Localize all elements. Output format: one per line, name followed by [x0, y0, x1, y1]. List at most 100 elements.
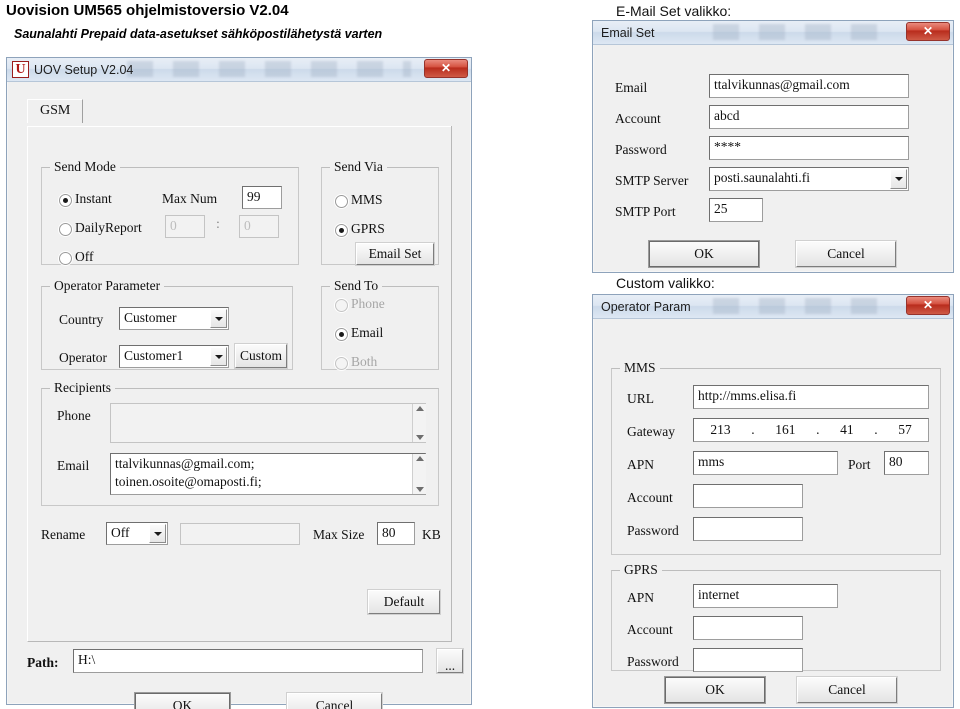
rename-combobox[interactable]: Off [106, 522, 168, 545]
spinner-up-icon[interactable] [415, 406, 424, 411]
radio-send-to-phone[interactable]: Phone [335, 296, 385, 312]
mms-gateway-input[interactable]: 213 . 161 . 41 . 57 [693, 418, 929, 442]
password-field[interactable]: **** [709, 136, 909, 160]
radio-send-to-email[interactable]: Email [335, 325, 383, 341]
titlebar-blur-band [713, 24, 893, 40]
uov-setup-window: U UOV Setup V2.04 ✕ GSM Send Mode Instan… [6, 57, 472, 709]
recipients-email-spinner[interactable] [412, 454, 426, 494]
operator-param-title: Operator Param [601, 299, 691, 314]
rename-value: Off [111, 525, 130, 540]
uovision-logo-icon: U [12, 61, 29, 78]
radio-send-to-both[interactable]: Both [335, 354, 377, 370]
radio-send-via-gprs[interactable]: GPRS [335, 221, 385, 237]
gateway-octet-4[interactable]: 57 [896, 422, 914, 438]
gprs-password-label: Password [627, 654, 679, 669]
mms-url-label: URL [627, 391, 654, 406]
chevron-down-icon[interactable] [890, 169, 907, 189]
mms-apn-input[interactable]: mms [693, 451, 838, 475]
titlebar-blur-band [713, 298, 893, 314]
gateway-octet-3[interactable]: 41 [838, 422, 856, 438]
chevron-down-icon[interactable] [210, 309, 227, 328]
recipients-phone-spinner[interactable] [412, 404, 426, 442]
daily-hour-input[interactable]: 0 [165, 215, 205, 238]
gprs-account-input[interactable] [693, 616, 803, 640]
path-input[interactable]: H:\ [73, 649, 423, 673]
tab-gsm[interactable]: GSM [27, 99, 84, 123]
rename-pattern-input[interactable] [180, 523, 300, 545]
mms-account-input[interactable] [693, 484, 803, 508]
browse-button[interactable]: ... [437, 649, 463, 673]
mms-port-input[interactable]: 80 [884, 451, 929, 475]
country-value: Customer [124, 310, 177, 325]
tabstrip: GSM [27, 99, 84, 123]
spinner-down-icon[interactable] [415, 435, 424, 440]
radio-send-via-mms[interactable]: MMS [335, 192, 383, 208]
operator-parameter-group-label: Operator Parameter [50, 278, 165, 294]
uov-setup-titlebar[interactable]: U UOV Setup V2.04 ✕ [7, 58, 471, 82]
titlebar-blur-band [127, 61, 411, 77]
gprs-password-input[interactable] [693, 648, 803, 672]
mms-url-input[interactable]: http://mms.elisa.fi [693, 385, 929, 409]
send-mode-group-label: Send Mode [50, 159, 120, 175]
max-size-label: Max Size [313, 527, 365, 542]
recipients-phone-label: Phone [57, 408, 91, 423]
ok-button[interactable]: OK [665, 677, 765, 703]
close-icon[interactable]: ✕ [424, 59, 468, 78]
mms-password-input[interactable] [693, 517, 803, 541]
path-label: Path: [27, 655, 59, 670]
cancel-button[interactable]: Cancel [287, 693, 382, 709]
email-set-button[interactable]: Email Set [356, 243, 434, 265]
gateway-octet-1[interactable]: 213 [708, 422, 732, 438]
gateway-octet-2[interactable]: 161 [773, 422, 797, 438]
ok-button[interactable]: OK [135, 693, 230, 709]
page-subtitle: Saunalahti Prepaid data-asetukset sähköp… [14, 27, 383, 41]
operator-label: Operator [59, 350, 107, 365]
operator-value: Customer1 [124, 348, 184, 363]
mms-apn-label: APN [627, 457, 655, 472]
send-via-group-label: Send Via [330, 159, 387, 175]
recipients-email-label: Email [57, 458, 90, 473]
custom-button[interactable]: Custom [235, 344, 287, 368]
gprs-apn-label: APN [627, 590, 655, 605]
gateway-dot-1: . [751, 422, 755, 437]
rename-label: Rename [41, 527, 86, 542]
max-size-input[interactable]: 80 [377, 522, 415, 545]
recipients-phone-input[interactable] [110, 403, 426, 443]
close-icon[interactable]: ✕ [906, 22, 950, 41]
password-field-label: Password [615, 142, 667, 157]
smtp-server-label: SMTP Server [615, 173, 689, 188]
email-set-window: Email Set ✕ Email ttalvikunnas@gmail.com… [592, 20, 954, 273]
operator-combobox[interactable]: Customer1 [119, 345, 229, 368]
email-set-titlebar[interactable]: Email Set ✕ [593, 21, 953, 45]
spinner-up-icon[interactable] [415, 456, 424, 461]
send-to-group-label: Send To [330, 278, 383, 294]
cancel-button[interactable]: Cancel [797, 677, 897, 703]
screenshot-root: Uovision UM565 ohjelmistoversio V2.04 Sa… [0, 0, 960, 709]
gprs-account-label: Account [627, 622, 673, 637]
mms-account-label: Account [627, 490, 673, 505]
chevron-down-icon[interactable] [149, 524, 166, 543]
recipients-email-input[interactable]: ttalvikunnas@gmail.com; toinen.osoite@om… [110, 453, 426, 495]
default-button[interactable]: Default [368, 590, 440, 614]
email-field[interactable]: ttalvikunnas@gmail.com [709, 74, 909, 98]
email-set-body: Email ttalvikunnas@gmail.com Account abc… [593, 45, 953, 273]
radio-send-mode-off[interactable]: Off [59, 249, 94, 265]
mms-group-label: MMS [620, 360, 660, 376]
daily-minute-input[interactable]: 0 [239, 215, 279, 238]
cancel-button[interactable]: Cancel [796, 241, 896, 267]
close-icon[interactable]: ✕ [906, 296, 950, 315]
chevron-down-icon[interactable] [210, 347, 227, 366]
smtp-server-combobox[interactable]: posti.saunalahti.fi [709, 167, 909, 191]
ok-button[interactable]: OK [649, 241, 759, 267]
max-num-input[interactable]: 99 [242, 186, 282, 209]
account-field[interactable]: abcd [709, 105, 909, 129]
radio-send-mode-dailyreport[interactable]: DailyReport [59, 220, 142, 236]
radio-send-mode-instant[interactable]: Instant [59, 191, 112, 207]
page-title: Uovision UM565 ohjelmistoversio V2.04 [6, 2, 289, 19]
operator-param-titlebar[interactable]: Operator Param ✕ [593, 295, 953, 319]
time-separator: : [216, 217, 220, 232]
gprs-apn-input[interactable]: internet [693, 584, 838, 608]
country-combobox[interactable]: Customer [119, 307, 229, 330]
smtp-port-field[interactable]: 25 [709, 198, 763, 222]
spinner-down-icon[interactable] [415, 487, 424, 492]
